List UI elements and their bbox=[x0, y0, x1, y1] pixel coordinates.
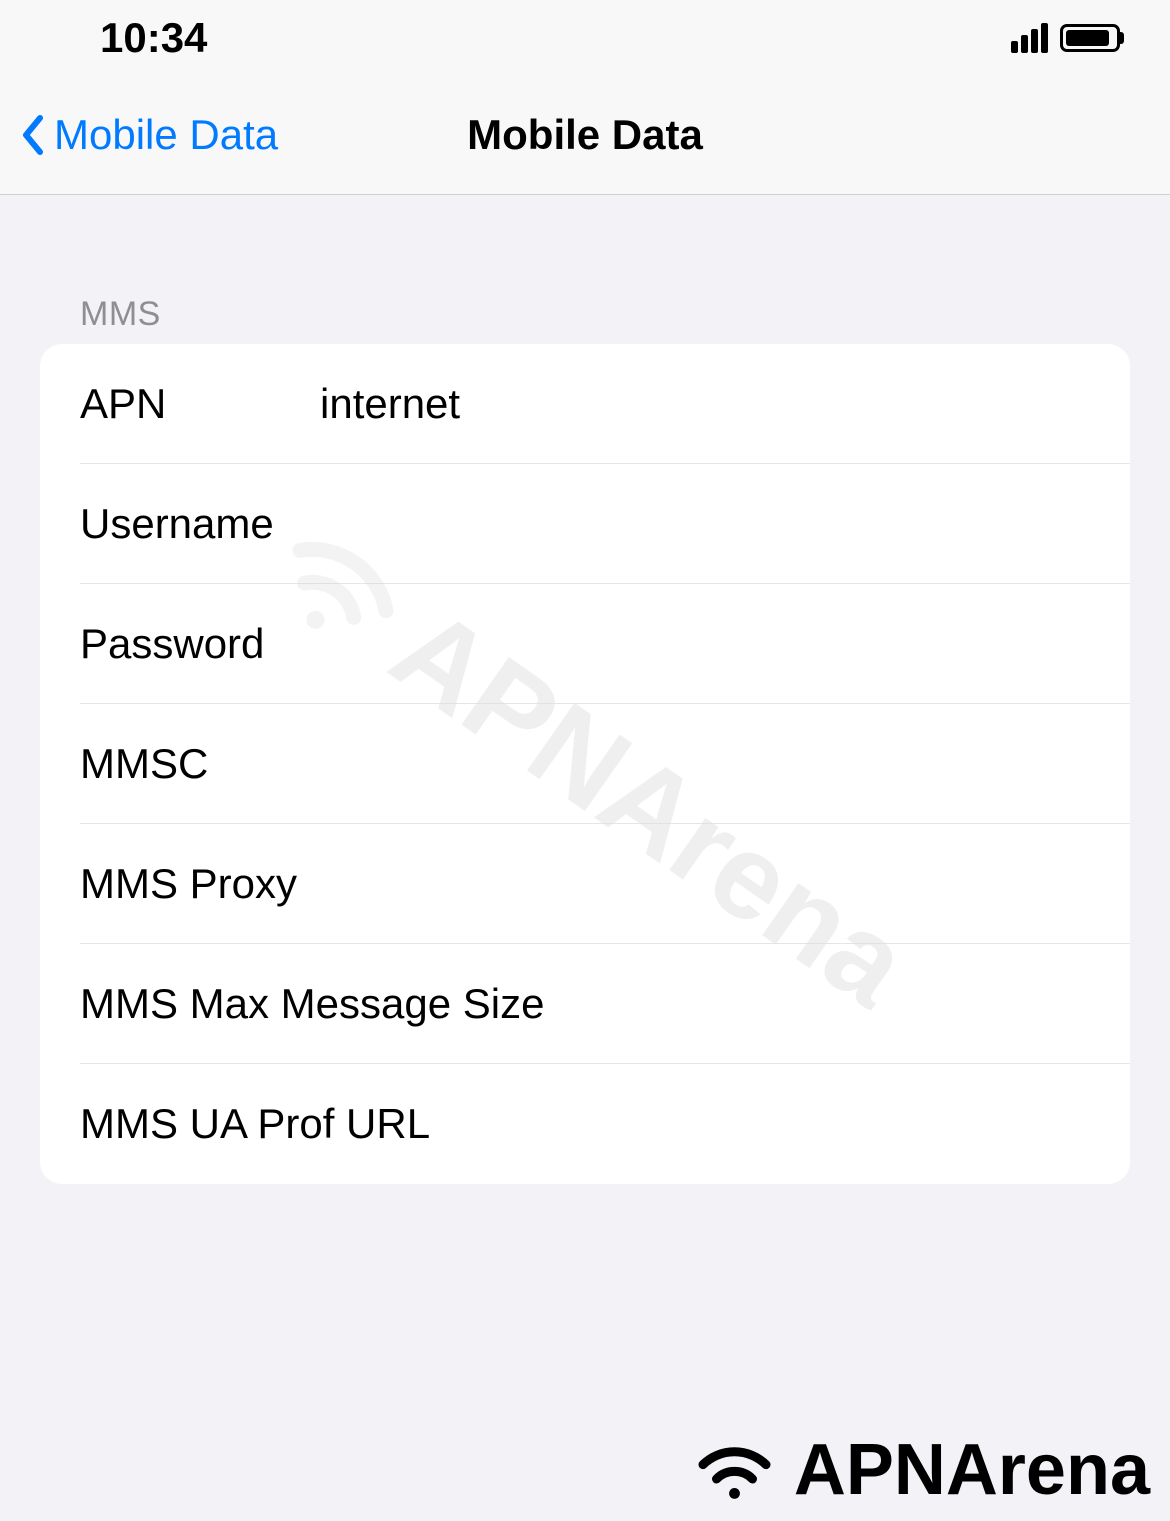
row-mms-max-size[interactable]: MMS Max Message Size bbox=[40, 944, 1130, 1064]
chevron-back-icon bbox=[20, 114, 46, 156]
row-mms-ua-prof[interactable]: MMS UA Prof URL bbox=[40, 1064, 1130, 1184]
settings-group-mms: APN Username Password MMSC MMS Proxy MMS… bbox=[40, 344, 1130, 1184]
row-username[interactable]: Username bbox=[40, 464, 1130, 584]
wifi-icon bbox=[687, 1434, 782, 1506]
row-mmsc[interactable]: MMSC bbox=[40, 704, 1130, 824]
row-password[interactable]: Password bbox=[40, 584, 1130, 704]
input-password[interactable] bbox=[320, 620, 1090, 668]
content: MMS APN Username Password MMSC MMS Proxy bbox=[0, 195, 1170, 1184]
cellular-signal-icon bbox=[1011, 23, 1048, 53]
input-mms-ua-prof[interactable] bbox=[549, 1100, 1090, 1148]
status-icons bbox=[1011, 23, 1120, 53]
section-header-mms: MMS bbox=[40, 295, 1130, 344]
input-mmsc[interactable] bbox=[320, 740, 1090, 788]
battery-icon bbox=[1060, 24, 1120, 52]
row-apn[interactable]: APN bbox=[40, 344, 1130, 464]
label-mms-proxy: MMS Proxy bbox=[80, 860, 549, 908]
input-mms-max-size[interactable] bbox=[549, 980, 1090, 1028]
row-mms-proxy[interactable]: MMS Proxy bbox=[40, 824, 1130, 944]
back-label: Mobile Data bbox=[54, 111, 278, 159]
input-mms-proxy[interactable] bbox=[549, 860, 1090, 908]
back-button[interactable]: Mobile Data bbox=[20, 111, 278, 159]
label-mms-max-size: MMS Max Message Size bbox=[80, 980, 549, 1028]
watermark-bottom: APNArena bbox=[687, 1429, 1150, 1511]
input-username[interactable] bbox=[320, 500, 1090, 548]
status-bar: 10:34 bbox=[0, 0, 1170, 75]
label-mms-ua-prof: MMS UA Prof URL bbox=[80, 1100, 549, 1148]
label-apn: APN bbox=[80, 380, 320, 428]
input-apn[interactable] bbox=[320, 380, 1090, 428]
page-title: Mobile Data bbox=[467, 111, 703, 159]
label-mmsc: MMSC bbox=[80, 740, 320, 788]
label-username: Username bbox=[80, 500, 320, 548]
watermark-text-bottom: APNArena bbox=[794, 1429, 1150, 1511]
status-time: 10:34 bbox=[100, 14, 207, 62]
nav-bar: Mobile Data Mobile Data bbox=[0, 75, 1170, 195]
label-password: Password bbox=[80, 620, 320, 668]
